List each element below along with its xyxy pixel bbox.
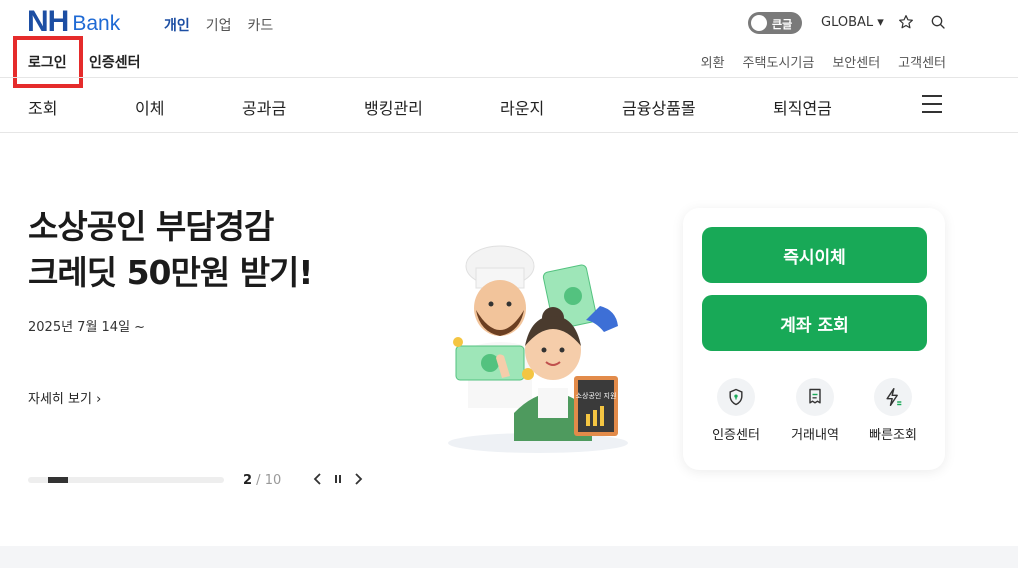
hero-title-line2: 크레딧 50만원 받기! (28, 253, 313, 292)
menu-icon[interactable] (922, 95, 942, 113)
pause-icon[interactable] (333, 471, 347, 487)
receipt-icon (796, 378, 834, 416)
quick-fast-inquiry[interactable]: 빠른조회 (858, 378, 928, 443)
hero-date: 2025년 7월 14일 ~ (28, 320, 146, 335)
toggle-label: 큰글 (772, 18, 793, 31)
quick-label-fast: 빠른조회 (869, 428, 917, 443)
top-bar: NH Bank 개인 기업 카드 큰글 GLOBAL ▾ (0, 0, 1018, 44)
link-security-center[interactable]: 보안센터 (832, 52, 880, 71)
next-section-band (0, 546, 1018, 568)
large-text-toggle[interactable]: 큰글 (748, 12, 802, 34)
prev-slide-icon[interactable] (313, 471, 327, 487)
slider-thumb (48, 477, 68, 483)
link-customer-center[interactable]: 고객센터 (898, 52, 946, 71)
next-slide-icon[interactable] (353, 471, 367, 487)
logo-nh: NH (27, 5, 69, 38)
detail-link[interactable]: 자세히 보기 › (28, 388, 101, 407)
illust-sign-text: 소상공인 지원 (576, 391, 617, 400)
link-forex[interactable]: 외환 (701, 52, 725, 71)
quick-service-panel: 즉시이체 계좌 조회 인증센터 거래내역 빠른조회 (683, 208, 945, 470)
nav-financial-products[interactable]: 금융상품몰 (622, 95, 696, 119)
slide-current: 2 (243, 473, 253, 488)
hero-illustration: 소상공인 지원 (428, 238, 648, 458)
cert-center-link[interactable]: 인증센터 (89, 52, 141, 72)
link-housing-fund[interactable]: 주택도시기금 (743, 52, 815, 71)
quick-label-transactions: 거래내역 (791, 428, 839, 443)
header-divider-bottom (0, 132, 1018, 133)
account-inquiry-button[interactable]: 계좌 조회 (702, 295, 927, 351)
tab-personal[interactable]: 개인 (164, 15, 190, 35)
slide-total: / 10 (252, 473, 282, 488)
global-dropdown[interactable]: GLOBAL ▾ (821, 15, 884, 30)
login-link[interactable]: 로그인 (28, 52, 67, 72)
nav-lounge[interactable]: 라운지 (500, 95, 544, 119)
instant-transfer-button[interactable]: 즉시이체 (702, 227, 927, 283)
quick-transactions[interactable]: 거래내역 (780, 378, 850, 443)
star-icon[interactable] (897, 13, 915, 31)
quick-label-cert: 인증센터 (712, 428, 760, 443)
quick-cert-center[interactable]: 인증센터 (701, 378, 771, 443)
utility-links: 외환 주택도시기금 보안센터 고객센터 (701, 52, 946, 71)
slider-progress[interactable] (28, 477, 224, 483)
hero-title: 소상공인 부담경감 크레딧 50만원 받기! (28, 204, 313, 296)
logo-bank: Bank (72, 12, 121, 35)
site-tabs: 개인 기업 카드 (164, 15, 273, 35)
hero-title-line1: 소상공인 부담경감 (28, 207, 274, 246)
search-icon[interactable] (929, 13, 947, 31)
nav-retirement-pension[interactable]: 퇴직연금 (773, 95, 832, 119)
slide-counter: 2 / 10 (243, 473, 281, 488)
shield-icon (717, 378, 755, 416)
nh-bank-logo[interactable]: NH Bank (27, 5, 121, 38)
nav-inquiry[interactable]: 조회 (28, 95, 57, 119)
tab-business[interactable]: 기업 (206, 15, 232, 35)
toggle-knob (751, 15, 767, 31)
tab-card[interactable]: 카드 (248, 15, 274, 35)
lightning-icon (874, 378, 912, 416)
main-nav: 조회 이체 공과금 뱅킹관리 라운지 금융상품몰 퇴직연금 (0, 78, 1018, 132)
nav-utility-bills[interactable]: 공과금 (242, 95, 286, 119)
nav-transfer[interactable]: 이체 (135, 95, 164, 119)
nav-banking-management[interactable]: 뱅킹관리 (364, 95, 423, 119)
